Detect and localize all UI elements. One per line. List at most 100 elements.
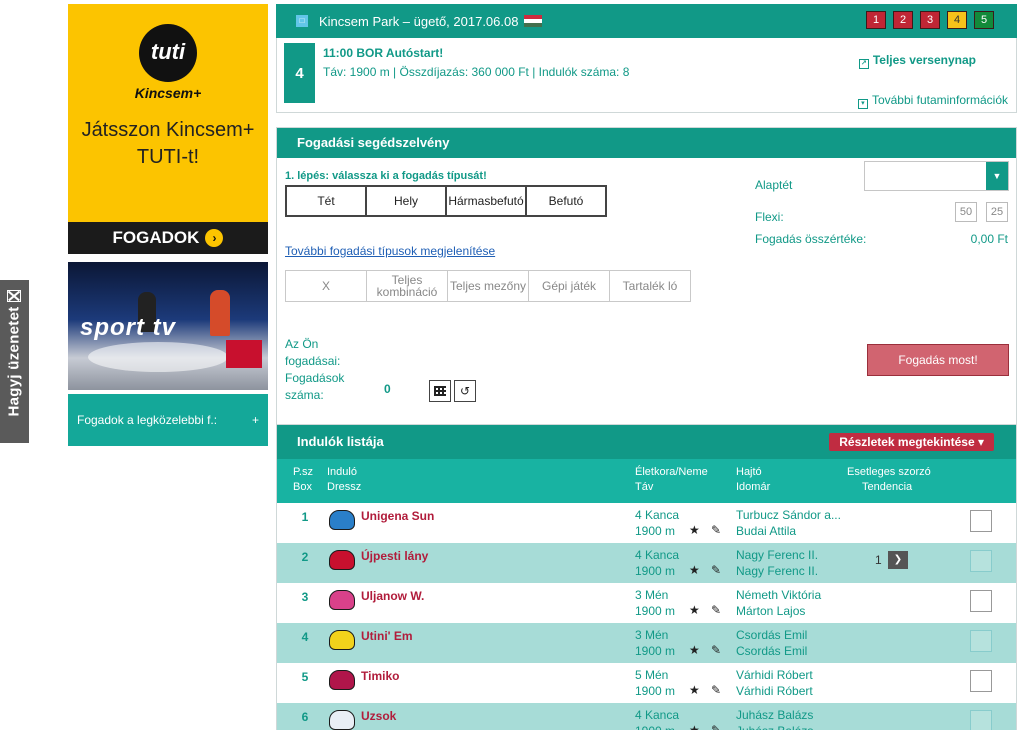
runner-select-checkbox[interactable] bbox=[970, 510, 992, 532]
col-distance: Táv bbox=[635, 481, 654, 493]
grid-view-button[interactable] bbox=[429, 380, 451, 402]
col-driver: Hajtó bbox=[736, 466, 762, 478]
col-age-sex: Életkora/Neme bbox=[635, 466, 708, 478]
race-header: □ Kincsem Park – ügető, 2017.06.08 1 2 3… bbox=[276, 4, 1017, 38]
race-title: Kincsem Park – ügető, 2017.06.08 bbox=[319, 13, 519, 29]
jockey-silk-icon bbox=[329, 550, 355, 570]
betting-slip-title: Fogadási segédszelvény bbox=[277, 128, 1016, 158]
flexi-25-button[interactable]: 25 bbox=[986, 202, 1008, 222]
star-icon[interactable]: ★ bbox=[689, 683, 700, 697]
your-bets-label: Az Ön fogadásai: Fogadások száma: bbox=[285, 337, 345, 402]
full-program-link[interactable]: ↗ Teljes versenynap bbox=[858, 53, 976, 69]
race-tab-5[interactable]: 5 bbox=[974, 11, 994, 29]
runner-distance: 1900 m bbox=[635, 724, 675, 730]
stake-select[interactable]: ▼ bbox=[864, 161, 1009, 191]
bet-type-group: Tét Hely Hármasbefutó Befutó bbox=[285, 185, 607, 217]
runner-select-checkbox[interactable] bbox=[970, 670, 992, 692]
star-icon[interactable]: ★ bbox=[689, 643, 700, 657]
runner-driver: Turbucz Sándor a... bbox=[736, 508, 841, 522]
runner-trainer: Nagy Ferenc II. bbox=[736, 564, 819, 578]
col-dress: Dressz bbox=[327, 481, 362, 493]
pencil-icon[interactable]: ✎ bbox=[711, 683, 721, 697]
race-tab-1[interactable]: 1 bbox=[866, 11, 886, 29]
pencil-icon[interactable]: ✎ bbox=[711, 603, 721, 617]
runner-name[interactable]: Utini' Em bbox=[361, 629, 413, 643]
nearest-race-panel[interactable]: Fogadok a legközelebbi f.: + bbox=[68, 394, 268, 446]
quick-pick-button[interactable]: Gépi játék bbox=[528, 270, 610, 302]
star-icon[interactable]: ★ bbox=[689, 603, 700, 617]
pencil-icon[interactable]: ✎ bbox=[711, 643, 721, 657]
runner-select-checkbox[interactable] bbox=[970, 590, 992, 612]
flexi-50-button[interactable]: 50 bbox=[955, 202, 977, 222]
race-info: 4 11:00 BOR Autóstart! Táv: 1900 m | Öss… bbox=[276, 38, 1017, 113]
bet-type-win-button[interactable]: Tét bbox=[285, 185, 367, 217]
runner-name[interactable]: Uzsok bbox=[361, 709, 396, 723]
race-tab-4[interactable]: 4 bbox=[947, 11, 967, 29]
star-icon[interactable]: ★ bbox=[689, 723, 700, 730]
chevron-right-icon: › bbox=[205, 229, 224, 247]
pencil-icon[interactable]: ✎ bbox=[711, 523, 721, 537]
more-race-info-link[interactable]: ▾ További futaminformációk bbox=[857, 93, 1008, 109]
runner-trainer: Várhidi Róbert bbox=[736, 684, 813, 698]
reserve-horse-button[interactable]: Tartalék ló bbox=[609, 270, 691, 302]
runner-row[interactable]: 2 Újpesti lány 4 Kanca 1900 m ★ ✎ Nagy Ferenc … bbox=[277, 543, 1016, 583]
runner-number: 5 bbox=[301, 670, 309, 684]
runner-age-sex: 4 Kanca bbox=[635, 508, 680, 522]
star-icon[interactable]: ★ bbox=[689, 563, 700, 577]
bet-now-button[interactable]: Fogadás most! bbox=[867, 344, 1009, 376]
bet-type-exacta-button[interactable]: Befutó bbox=[525, 185, 607, 217]
col-odds: Esetleges szorzó bbox=[847, 466, 931, 478]
race-meta: Táv: 1900 m | Összdíjazás: 360 000 Ft | … bbox=[323, 65, 630, 79]
runner-trainer: Juhász Balázs bbox=[736, 724, 813, 730]
col-pos: P.sz bbox=[293, 466, 313, 478]
ad-cta-label: FOGADOK bbox=[112, 228, 200, 247]
runners-column-header: P.sz Box Induló Dressz Életkora/Neme Táv… bbox=[277, 459, 1016, 503]
chevron-right-icon[interactable]: ❯ bbox=[888, 551, 908, 569]
runner-driver: Juhász Balázs bbox=[736, 708, 814, 722]
runner-row[interactable]: 6 Uzsok 4 Kanca 1900 m ★ ✎ Juhász Balázs Juhász… bbox=[277, 703, 1016, 730]
pencil-icon[interactable]: ✎ bbox=[711, 563, 721, 577]
pencil-icon[interactable]: ✎ bbox=[711, 723, 721, 730]
runner-select-checkbox[interactable] bbox=[970, 710, 992, 730]
runner-driver: Németh Viktória bbox=[736, 588, 822, 602]
runner-age-sex: 4 Kanca bbox=[635, 548, 680, 562]
plus-icon: + bbox=[251, 413, 259, 427]
runner-select-checkbox[interactable] bbox=[970, 550, 992, 572]
race-tab-3[interactable]: 3 bbox=[920, 11, 940, 29]
runner-name[interactable]: Újpesti lány bbox=[361, 549, 428, 563]
runner-name[interactable]: Unigena Sun bbox=[361, 509, 434, 523]
modifier-x-button[interactable]: X bbox=[285, 270, 367, 302]
runner-row[interactable]: 1 Unigena Sun 4 Kanca 1900 m ★ ✎ Turbucz Sándo… bbox=[277, 503, 1016, 543]
runner-trainer: Márton Lajos bbox=[736, 604, 806, 618]
runner-name[interactable]: Timiko bbox=[361, 669, 399, 683]
runner-name[interactable]: Uljanow W. bbox=[361, 589, 424, 603]
step1-label: 1. lépés: válassza ki a fogadás típusát! bbox=[285, 170, 487, 182]
more-bet-types-link[interactable]: További fogadási típusok megjelenítése bbox=[285, 244, 495, 258]
runner-row[interactable]: 5 Timiko 5 Mén 1900 m ★ ✎ Várhidi Róbert Várhid… bbox=[277, 663, 1016, 703]
full-field-button[interactable]: Teljes mezőny bbox=[447, 270, 529, 302]
runner-distance: 1900 m bbox=[635, 564, 676, 578]
view-details-button[interactable]: Részletek megtekintése ▾ bbox=[829, 433, 994, 451]
ad-cta-button[interactable]: FOGADOK › bbox=[68, 222, 268, 254]
runner-distance: 1900 m bbox=[635, 644, 676, 658]
bet-type-place-button[interactable]: Hely bbox=[365, 185, 447, 217]
runner-row[interactable]: 3 Uljanow W. 3 Mén 1900 m ★ ✎ Németh Viktória M… bbox=[277, 583, 1016, 623]
runner-row[interactable]: 4 Utini' Em 3 Mén 1900 m ★ ✎ Csordás Emil Csord… bbox=[277, 623, 1016, 663]
race-tab-2[interactable]: 2 bbox=[893, 11, 913, 29]
feedback-tab[interactable]: Hagyj üzenetet bbox=[0, 280, 29, 443]
runner-driver: Csordás Emil bbox=[736, 628, 808, 642]
runner-number: 2 bbox=[301, 550, 309, 564]
race-number: 4 bbox=[284, 43, 315, 103]
reset-button[interactable]: ↺ bbox=[454, 380, 476, 402]
full-combination-button[interactable]: Teljes kombináció bbox=[366, 270, 448, 302]
runner-select-checkbox[interactable] bbox=[970, 630, 992, 652]
total-value: 0,00 Ft bbox=[970, 232, 1008, 246]
col-box: Box bbox=[293, 481, 312, 493]
runner-number: 6 bbox=[301, 710, 309, 724]
sport-tv-ad[interactable]: sport tv bbox=[68, 262, 268, 390]
star-icon[interactable]: ★ bbox=[689, 523, 700, 537]
tuti-ad-banner[interactable]: tuti Kincsem+ Játsszon Kincsem+ TUTI-t! bbox=[68, 4, 268, 222]
bet-type-trifecta-button[interactable]: Hármasbefutó bbox=[445, 185, 527, 217]
bet-modifier-group: X Teljes kombináció Teljes mezőny Gépi j… bbox=[285, 270, 691, 302]
stake-label: Alaptét bbox=[755, 178, 793, 192]
